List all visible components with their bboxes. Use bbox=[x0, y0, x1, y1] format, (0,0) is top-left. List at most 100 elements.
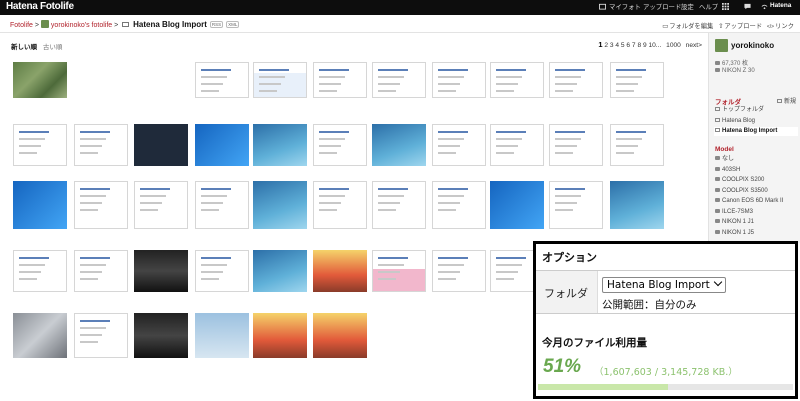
photo-thumbnail[interactable] bbox=[313, 181, 367, 229]
sidebar-model-item[interactable]: 403SH bbox=[714, 166, 798, 175]
photo-thumbnail[interactable] bbox=[253, 62, 307, 98]
photo-thumbnail[interactable] bbox=[313, 313, 367, 358]
page-link[interactable]: 7 bbox=[632, 42, 636, 49]
avatar[interactable] bbox=[715, 39, 728, 52]
sidebar-model-item[interactable]: NIKON 1 J5 bbox=[714, 229, 798, 238]
sidebar-model-item[interactable]: なし bbox=[714, 155, 798, 164]
photo-thumbnail[interactable] bbox=[372, 181, 426, 229]
photo-thumbnail[interactable] bbox=[134, 250, 188, 292]
photo-thumbnail[interactable] bbox=[74, 62, 128, 98]
sidebar-folder-item[interactable]: Hatena Blog Import bbox=[714, 127, 798, 136]
photo-thumbnail[interactable] bbox=[549, 62, 603, 98]
photo-thumbnail[interactable] bbox=[313, 250, 367, 292]
photo-thumbnail[interactable] bbox=[13, 62, 67, 98]
photo-thumbnail[interactable] bbox=[74, 250, 128, 292]
page-link[interactable]: 9 bbox=[643, 42, 647, 49]
photo-thumbnail[interactable] bbox=[13, 181, 67, 229]
page-link[interactable]: 10... bbox=[648, 42, 661, 49]
options-title: オプション bbox=[542, 251, 597, 264]
edit-folder-link[interactable]: フォルダを編集 bbox=[669, 23, 713, 30]
sidebar-model-item[interactable]: COOLPIX S3500 bbox=[714, 187, 798, 196]
sidebar-model-item[interactable]: NIKON 1 J1 bbox=[714, 218, 798, 227]
message-icon[interactable] bbox=[744, 3, 751, 10]
mypage-link[interactable]: マイフォト bbox=[609, 2, 641, 11]
photo-thumbnail[interactable] bbox=[13, 250, 67, 292]
photo-thumbnail[interactable] bbox=[253, 181, 307, 229]
photo-thumbnail[interactable] bbox=[549, 181, 603, 229]
photo-thumbnail[interactable] bbox=[253, 124, 307, 166]
photo-thumbnail[interactable] bbox=[610, 124, 664, 166]
photo-thumbnail[interactable] bbox=[134, 313, 188, 358]
sidebar-model-item[interactable]: ILCE-7SM3 bbox=[714, 208, 798, 217]
link-button[interactable]: リンク bbox=[775, 23, 794, 30]
sidebar-folder-item[interactable]: Hatena Blog bbox=[714, 117, 798, 126]
thumbnail-preview bbox=[438, 257, 468, 280]
sort-newest-tab[interactable]: 新しい順 bbox=[11, 44, 37, 51]
photo-thumbnail[interactable] bbox=[432, 62, 486, 98]
photo-thumbnail[interactable] bbox=[13, 124, 67, 166]
photo-thumbnail[interactable] bbox=[432, 181, 486, 229]
page-last-link[interactable]: 1000 bbox=[666, 42, 681, 49]
folder-select[interactable]: Hatena Blog Import bbox=[602, 277, 726, 293]
photo-thumbnail[interactable] bbox=[490, 124, 544, 166]
settings-link[interactable]: 設定 bbox=[681, 2, 694, 11]
photo-thumbnail[interactable] bbox=[490, 62, 544, 98]
photo-thumbnail[interactable] bbox=[313, 62, 367, 98]
photo-thumbnail[interactable] bbox=[372, 62, 426, 98]
page-link[interactable]: 2 bbox=[604, 42, 608, 49]
fotolife-logo[interactable]: Hatena Fotolife bbox=[6, 1, 74, 12]
photo-thumbnail[interactable] bbox=[195, 124, 249, 166]
photo-thumbnail[interactable] bbox=[253, 250, 307, 292]
folder-label-cell: フォルダ bbox=[536, 271, 598, 313]
sidebar-model-item[interactable]: COOLPIX S200 bbox=[714, 176, 798, 185]
photo-thumbnail[interactable] bbox=[549, 124, 603, 166]
photo-thumbnail[interactable] bbox=[195, 250, 249, 292]
breadcrumb-user[interactable]: yorokinoko's fotolife bbox=[51, 22, 112, 29]
rss-badge[interactable]: RSS bbox=[209, 21, 224, 28]
photo-count-icon bbox=[715, 61, 720, 65]
photo-thumbnail[interactable] bbox=[490, 181, 544, 229]
sidebar-model-label: COOLPIX S200 bbox=[722, 177, 765, 183]
sort-oldest-tab[interactable]: 古い順 bbox=[43, 44, 63, 51]
photo-thumbnail[interactable] bbox=[432, 250, 486, 292]
photo-thumbnail[interactable] bbox=[74, 124, 128, 166]
photo-thumbnail[interactable] bbox=[610, 181, 664, 229]
upload-button[interactable]: アップロード bbox=[724, 23, 762, 30]
top-bar: Hatena Fotolife マイフォト アップロード 設定 ヘルプ Hate… bbox=[0, 0, 800, 15]
photo-thumbnail[interactable] bbox=[610, 62, 664, 98]
photo-thumbnail[interactable] bbox=[432, 124, 486, 166]
page-link[interactable]: 3 bbox=[610, 42, 614, 49]
page-next-link[interactable]: next> bbox=[686, 42, 702, 49]
photo-thumbnail[interactable] bbox=[313, 124, 367, 166]
help-link[interactable]: ヘルプ bbox=[699, 2, 718, 11]
photo-thumbnail[interactable] bbox=[195, 181, 249, 229]
thumbnail-preview bbox=[438, 131, 468, 154]
page-link[interactable]: 5 bbox=[621, 42, 625, 49]
sidebar-folder-item[interactable]: トップフォルダ bbox=[714, 106, 798, 115]
page-link[interactable]: 6 bbox=[626, 42, 630, 49]
photo-thumbnail[interactable] bbox=[74, 313, 128, 358]
photo-thumbnail[interactable] bbox=[134, 124, 188, 166]
photo-thumbnail[interactable] bbox=[13, 313, 67, 358]
page-link[interactable]: 8 bbox=[637, 42, 641, 49]
hatena-account-link[interactable]: Hatena bbox=[770, 2, 791, 9]
photo-thumbnail[interactable] bbox=[195, 62, 249, 98]
thumbnail-preview bbox=[80, 257, 110, 280]
page-link[interactable]: 4 bbox=[615, 42, 619, 49]
breadcrumb-root[interactable]: Fotolife bbox=[10, 22, 33, 29]
thumbnail-text-line bbox=[616, 131, 646, 133]
photo-thumbnail[interactable] bbox=[134, 181, 188, 229]
sidebar-model-item[interactable]: Canon EOS 6D Mark II bbox=[714, 197, 798, 206]
new-folder-button[interactable]: 新規 bbox=[776, 96, 796, 105]
sidebar-username[interactable]: yorokinoko bbox=[731, 41, 774, 50]
photo-thumbnail[interactable] bbox=[372, 124, 426, 166]
photo-thumbnail[interactable] bbox=[253, 313, 307, 358]
apps-grid-icon[interactable] bbox=[722, 3, 729, 10]
photo-thumbnail[interactable] bbox=[134, 62, 188, 98]
photo-thumbnail[interactable] bbox=[372, 250, 426, 292]
photo-thumbnail[interactable] bbox=[195, 313, 249, 358]
camera-icon bbox=[715, 177, 720, 181]
xml-badge[interactable]: XML bbox=[226, 21, 240, 28]
photo-thumbnail[interactable] bbox=[74, 181, 128, 229]
upload-link[interactable]: アップロード bbox=[643, 2, 681, 11]
